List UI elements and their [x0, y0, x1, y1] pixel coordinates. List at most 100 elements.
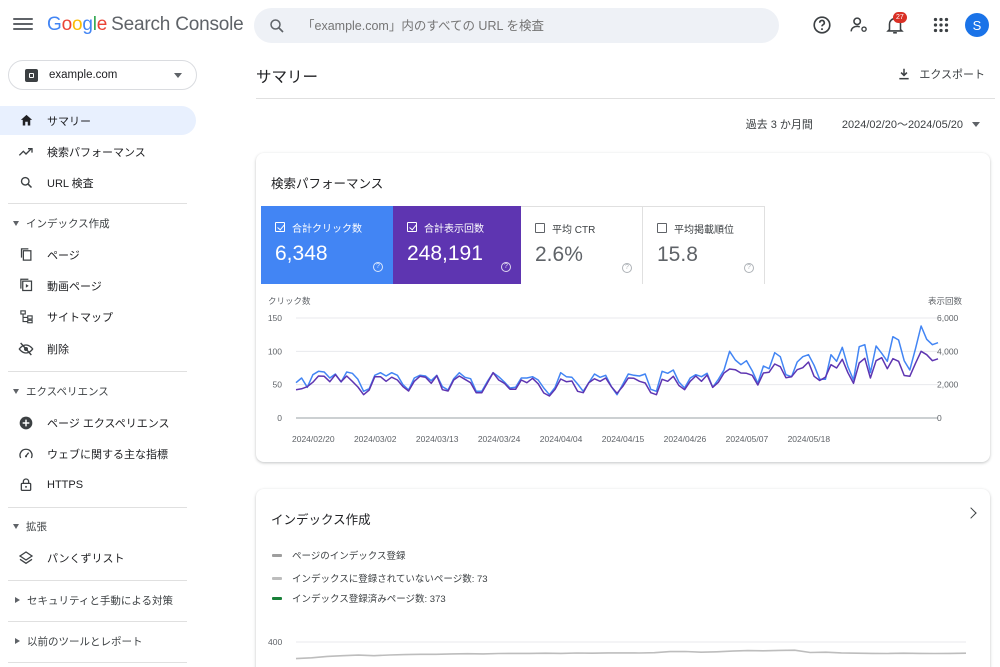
help-icon[interactable]: ?: [622, 263, 632, 273]
help-icon[interactable]: [811, 14, 833, 36]
x-tick-label: 2024/04/04: [540, 434, 583, 444]
y2-tick-label: 4,000: [937, 346, 959, 356]
indexing-card: インデックス作成 ページのインデックス登録 インデックスに登録されていないページ…: [256, 489, 990, 667]
sidebar-item-core-web-vitals[interactable]: ウェブに関する主な指標: [0, 439, 196, 468]
sidebar-item-breadcrumbs[interactable]: パンくずリスト: [0, 543, 196, 572]
search-icon: [18, 175, 34, 191]
sidebar-section-indexing[interactable]: インデックス作成: [0, 212, 196, 234]
legend-page-indexing: ページのインデックス登録: [272, 548, 406, 562]
legend-swatch: [272, 596, 282, 600]
apps-grid-icon[interactable]: [930, 14, 952, 36]
expand-caret-icon: [15, 638, 20, 644]
checkbox-unchecked[interactable]: [657, 223, 667, 233]
hamburger-menu-icon[interactable]: [13, 15, 33, 35]
sidebar-divider: [8, 662, 187, 663]
lock-icon: [18, 477, 34, 493]
date-range-text: 2024/02/20〜2024/05/20: [841, 119, 963, 131]
y-tick-label: 0: [277, 413, 282, 423]
notification-count-badge: 27: [893, 12, 907, 23]
y-tick-label: 150: [268, 313, 282, 323]
y2-tick-label: 0: [937, 413, 942, 423]
sidebar-item-page-experience[interactable]: ページ エクスペリエンス: [0, 408, 196, 437]
legend-swatch: [272, 553, 282, 557]
sidebar-section-security[interactable]: セキュリティと手動による対策: [0, 589, 196, 611]
performance-card: 検索パフォーマンス 合計クリック数 6,348 ? 合計表示回数 248,191…: [256, 153, 990, 462]
sidebar-item-pages[interactable]: ページ: [0, 240, 196, 269]
legend-indexed: インデックス登録済みページ数: 373: [272, 591, 446, 605]
sidebar-nav: example.com サマリー 検索パフォーマンス URL 検査 インデックス…: [0, 52, 205, 667]
trending-up-icon: [18, 144, 34, 160]
sitemap-icon: [18, 309, 34, 325]
legend-not-indexed: インデックスに登録されていないページ数: 73: [272, 571, 488, 585]
y-tick-label: 50: [273, 380, 283, 390]
title-divider: [256, 98, 995, 99]
x-tick-label: 2024/03/02: [354, 434, 397, 444]
sidebar-item-https[interactable]: HTTPS: [0, 470, 196, 499]
collapse-caret-icon: [13, 220, 19, 226]
checkbox-checked[interactable]: [407, 222, 417, 232]
export-button[interactable]: エクスポート: [897, 66, 985, 82]
search-icon: [270, 18, 284, 33]
y2-tick-label: 6,000: [937, 313, 959, 323]
manage-users-icon[interactable]: [848, 14, 870, 36]
metric-tabs: 合計クリック数 6,348 ? 合計表示回数 248,191 ? 平均 CTR …: [261, 206, 765, 284]
metric-total-clicks[interactable]: 合計クリック数 6,348 ?: [261, 206, 393, 284]
main-content: サマリー エクスポート 過去 3 か月間 2024/02/20〜2024/05/…: [205, 52, 1000, 667]
performance-chart[interactable]: クリック数 表示回数 0 50 100 150 0 2,000 4,000 6,000 2024/0…: [256, 284, 990, 459]
help-icon[interactable]: ?: [744, 263, 754, 273]
sidebar-divider: [8, 507, 187, 508]
chevron-right-icon[interactable]: [965, 507, 977, 519]
property-selector[interactable]: example.com: [8, 60, 197, 90]
y2-tick-label: 2,000: [937, 380, 959, 390]
sidebar-section-enhancements[interactable]: 拡張: [0, 515, 196, 537]
video-page-icon: [18, 278, 34, 294]
visibility-off-icon: [18, 341, 34, 357]
help-icon[interactable]: ?: [501, 262, 511, 272]
checkbox-checked[interactable]: [275, 222, 285, 232]
y2-axis-label: 表示回数: [928, 296, 963, 306]
x-tick-label: 2024/05/07: [726, 434, 769, 444]
sidebar-item-sitemaps[interactable]: サイトマップ: [0, 302, 196, 331]
y-tick-label: 400: [268, 637, 282, 647]
sidebar-divider: [8, 203, 187, 204]
sidebar-item-summary[interactable]: サマリー: [0, 106, 196, 135]
sidebar-section-experience[interactable]: エクスペリエンス: [0, 380, 196, 402]
date-range-selector[interactable]: 過去 3 か月間 2024/02/20〜2024/05/20: [746, 116, 980, 132]
x-tick-label: 2024/03/13: [416, 434, 459, 444]
checkbox-unchecked[interactable]: [535, 223, 545, 233]
x-tick-label: 2024/02/20: [292, 434, 335, 444]
metric-average-ctr[interactable]: 平均 CTR 2.6% ?: [521, 206, 643, 284]
sidebar-item-video-pages[interactable]: 動画ページ: [0, 271, 196, 300]
sidebar-divider: [8, 621, 187, 622]
help-icon[interactable]: ?: [373, 262, 383, 272]
search-input[interactable]: [302, 18, 742, 33]
performance-chart-svg: クリック数 表示回数 0 50 100 150 0 2,000 4,000 6,000 2024/0…: [268, 296, 963, 444]
metric-total-impressions[interactable]: 合計表示回数 248,191 ?: [393, 206, 521, 284]
performance-card-title[interactable]: 検索パフォーマンス: [271, 173, 383, 192]
download-icon: [899, 68, 909, 80]
x-tick-label: 2024/05/18: [788, 434, 831, 444]
indexing-card-title[interactable]: インデックス作成: [271, 509, 371, 528]
dropdown-caret-icon: [174, 73, 182, 78]
x-tick-label: 2024/03/24: [478, 434, 521, 444]
sidebar-section-legacy[interactable]: 以前のツールとレポート: [0, 630, 196, 652]
plus-circle-icon: [18, 415, 34, 431]
collapse-caret-icon: [13, 388, 19, 394]
top-app-bar: GoogleSearch Console 27 S: [0, 0, 1000, 52]
period-label: 過去 3 か月間: [745, 119, 813, 131]
sidebar-divider: [8, 580, 187, 581]
sidebar-item-performance[interactable]: 検索パフォーマンス: [0, 137, 196, 166]
url-inspection-search[interactable]: [254, 8, 779, 43]
dropdown-caret-icon: [972, 121, 980, 127]
x-tick-label: 2024/04/26: [664, 434, 707, 444]
sidebar-item-url-inspection[interactable]: URL 検査: [0, 168, 196, 197]
x-tick-label: 2024/04/15: [602, 434, 645, 444]
product-logo[interactable]: Google Search Console: [47, 14, 244, 36]
property-name: example.com: [49, 69, 118, 81]
metric-average-position[interactable]: 平均掲載順位 15.8 ?: [643, 206, 765, 284]
indexing-chart[interactable]: 200400: [256, 617, 990, 667]
not-indexed-series-line: [295, 649, 967, 660]
sidebar-item-removals[interactable]: 削除: [0, 334, 196, 363]
y-axis-label: クリック数: [268, 296, 311, 306]
account-avatar[interactable]: S: [965, 13, 989, 37]
